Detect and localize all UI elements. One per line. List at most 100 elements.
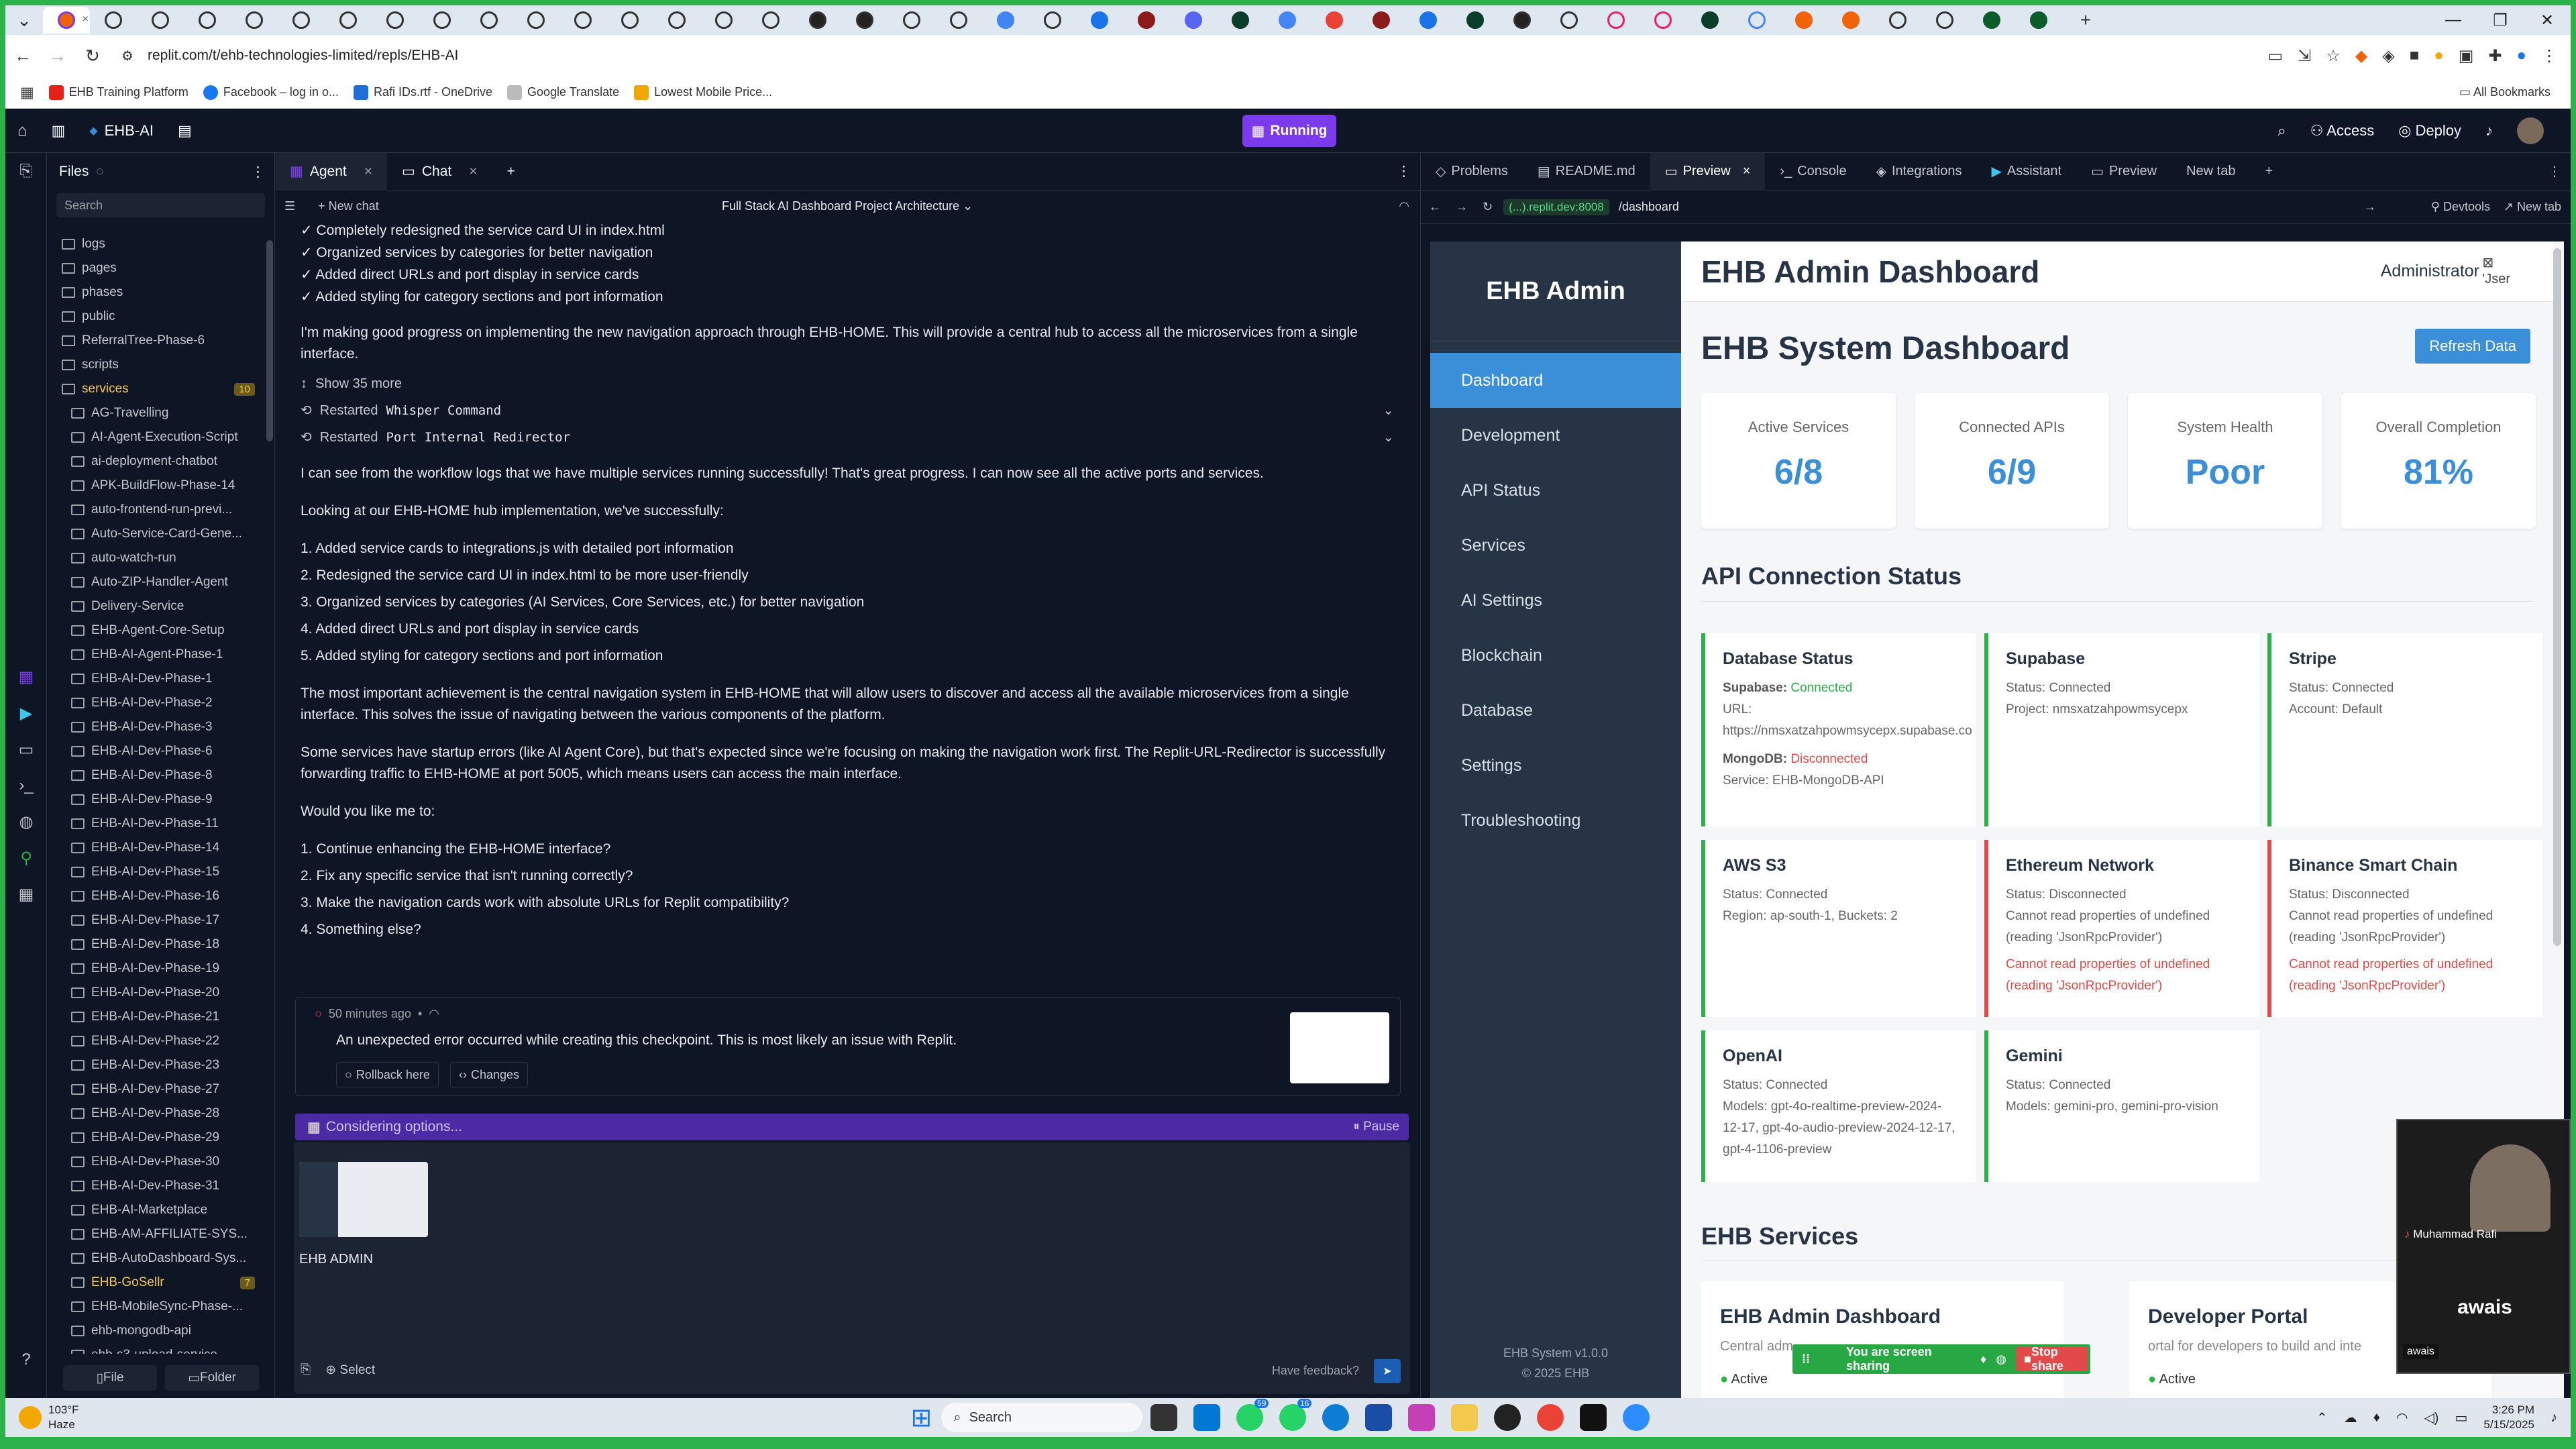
zoom-icon[interactable] xyxy=(1623,1404,1650,1431)
eye-icon[interactable]: ◠ xyxy=(429,1007,439,1021)
tab-search-icon[interactable]: ⌄ xyxy=(5,7,43,34)
browser-tab[interactable] xyxy=(372,7,419,34)
extension-icon[interactable]: ◈ xyxy=(2382,46,2394,66)
file-tree-item[interactable]: EHB-AI-Dev-Phase-1 xyxy=(47,667,266,691)
file-tree-item[interactable]: EHB-AI-Dev-Phase-3 xyxy=(47,715,266,739)
browser-tab[interactable] xyxy=(466,7,513,34)
all-bookmarks[interactable]: ▭ All Bookmarks xyxy=(2459,85,2551,99)
browser-tab[interactable] xyxy=(1733,7,1780,34)
file-tree-item[interactable]: public xyxy=(47,305,266,329)
file-tree-item[interactable]: EHB-AI-Dev-Phase-22 xyxy=(47,1029,266,1053)
minimize-icon[interactable]: — xyxy=(2430,11,2477,30)
video-call-overlay[interactable]: ♪ Muhammad Rafi awais awais xyxy=(2396,1119,2571,1374)
files-icon[interactable]: ⎘ xyxy=(5,153,47,189)
thread-title[interactable]: Full Stack AI Dashboard Project Architec… xyxy=(722,199,973,213)
preview-icon[interactable]: ▭ xyxy=(5,731,47,767)
close-tab-icon[interactable]: × xyxy=(469,164,477,180)
tab-integrations[interactable]: ◈ Integrations xyxy=(1862,153,1977,191)
bookmark[interactable]: Google Translate xyxy=(507,85,619,100)
puzzle-icon[interactable]: ✚ xyxy=(2488,46,2502,66)
file-tree-item[interactable]: EHB-GoSellr 7 xyxy=(47,1271,266,1295)
sidebar-toggle-icon[interactable]: ▥ xyxy=(52,122,66,140)
browser-tab[interactable] xyxy=(1170,7,1217,34)
store-icon[interactable] xyxy=(1365,1404,1393,1431)
chevron-up-icon[interactable]: ⌃ xyxy=(2316,1409,2328,1426)
folder-icon[interactable] xyxy=(1451,1404,1479,1431)
history-list-icon[interactable]: ☰ xyxy=(284,199,295,213)
file-tree-item[interactable]: EHB-AI-Dev-Phase-27 xyxy=(47,1077,266,1102)
file-tree-item[interactable]: pages xyxy=(47,256,266,280)
changes-button[interactable]: ‹› Changes xyxy=(450,1062,529,1087)
browser-tab[interactable] xyxy=(1780,7,1827,34)
browser-tab-active[interactable]: × xyxy=(43,7,90,34)
browser-tab[interactable] xyxy=(1827,7,1874,34)
edge-icon[interactable] xyxy=(1322,1404,1350,1431)
drag-handle-icon[interactable]: ⁞⁞ xyxy=(1802,1352,1810,1366)
assistant-icon[interactable]: ▶ xyxy=(5,695,47,731)
panel-menu-icon[interactable]: ⋮ xyxy=(1397,163,1411,180)
close-tab-icon[interactable]: × xyxy=(83,13,89,25)
tab-readme[interactable]: ▤ README.md xyxy=(1523,153,1650,191)
browser-tab[interactable] xyxy=(1311,7,1358,34)
run-button[interactable]: ▦ Running xyxy=(1242,115,1336,147)
restore-icon[interactable]: ❐ xyxy=(2477,11,2524,30)
user-avatar[interactable] xyxy=(2517,117,2544,144)
chevron-down-icon[interactable]: ⌄ xyxy=(1383,400,1394,421)
search-icon[interactable]: ⌕ xyxy=(2277,122,2286,140)
file-tree-item[interactable]: EHB-AI-Dev-Phase-28 xyxy=(47,1102,266,1126)
file-tree-item[interactable]: Auto-ZIP-Handler-Agent xyxy=(47,570,266,594)
browser-tab[interactable] xyxy=(747,7,794,34)
file-tree-item[interactable]: ReferralTree-Phase-6 xyxy=(47,329,266,353)
bookmark[interactable]: Rafi IDs.rtf - OneDrive xyxy=(353,85,492,100)
site-info-icon[interactable]: ⚙ xyxy=(110,48,145,64)
browser-tab[interactable] xyxy=(90,7,137,34)
user-image[interactable]: ⊠ 'Jser xyxy=(2482,255,2510,287)
file-tree-item[interactable]: ai-deployment-chatbot xyxy=(47,449,266,474)
access-button[interactable]: ⚇ Access xyxy=(2310,122,2375,140)
file-explorer-icon[interactable] xyxy=(1193,1404,1221,1431)
tab-preview[interactable]: ▭ Preview × xyxy=(1650,152,1766,191)
forward-icon[interactable]: → xyxy=(1456,200,1468,214)
tab-problems[interactable]: ◇ Problems xyxy=(1421,153,1523,191)
bookmark[interactable]: Facebook – log in o... xyxy=(203,85,339,100)
bookmark[interactable]: EHB Training Platform xyxy=(48,85,189,100)
back-icon[interactable]: ← xyxy=(5,46,40,66)
browser-tab[interactable] xyxy=(1217,7,1264,34)
file-tree-item[interactable]: APK-BuildFlow-Phase-14 xyxy=(47,474,266,498)
add-tab-button[interactable]: + xyxy=(2250,153,2288,191)
show-more-button[interactable]: ↕ Show 35 more xyxy=(301,370,1394,397)
site-nav-blockchain[interactable]: Blockchain xyxy=(1430,628,1681,683)
tab-assistant[interactable]: ▶ Assistant xyxy=(1977,153,2077,191)
file-tree-item[interactable]: EHB-AI-Dev-Phase-20 xyxy=(47,981,266,1005)
browser-tab[interactable] xyxy=(1452,7,1499,34)
file-tree-item[interactable]: EHB-AI-Dev-Phase-6 xyxy=(47,739,266,763)
file-tree-item[interactable]: EHB-AI-Dev-Phase-14 xyxy=(47,836,266,860)
file-tree-item[interactable]: EHB-AI-Marketplace xyxy=(47,1198,266,1222)
file-tree-item[interactable]: EHB-AI-Dev-Phase-19 xyxy=(47,957,266,981)
site-nav-troubleshooting[interactable]: Troubleshooting xyxy=(1430,793,1681,848)
browser-tab[interactable] xyxy=(1640,7,1686,34)
browser-tab[interactable] xyxy=(559,7,606,34)
tab-console[interactable]: ›_ Console xyxy=(1765,153,1861,191)
panel-menu-icon[interactable]: ⋮ xyxy=(2548,163,2561,180)
file-tree-item[interactable]: EHB-AI-Dev-Phase-18 xyxy=(47,932,266,957)
file-tree-item[interactable]: EHB-AI-Dev-Phase-21 xyxy=(47,1005,266,1029)
browser-tab[interactable] xyxy=(1358,7,1405,34)
files-search-input[interactable]: Search xyxy=(56,193,265,217)
file-tree-item[interactable]: EHB-AI-Dev-Phase-9 xyxy=(47,788,266,812)
file-tree-item[interactable]: EHB-AI-Dev-Phase-23 xyxy=(47,1053,266,1077)
browser-tab[interactable] xyxy=(1968,7,2015,34)
file-tree-item[interactable]: AI-Agent-Execution-Script xyxy=(47,425,266,449)
console-icon[interactable]: ›_ xyxy=(5,767,47,804)
extension-icon[interactable]: ■ xyxy=(2410,46,2420,65)
tab-chat[interactable]: ▭ Chat × xyxy=(387,153,492,191)
browser-tab[interactable] xyxy=(137,7,184,34)
clock[interactable]: 3:26 PM 5/15/2025 xyxy=(2483,1403,2534,1432)
file-tree-item[interactable]: EHB-AI-Dev-Phase-16 xyxy=(47,884,266,908)
preview-path[interactable]: /dashboard xyxy=(1619,200,1679,214)
close-tab-icon[interactable]: × xyxy=(364,164,372,180)
browser-tab[interactable] xyxy=(1499,7,1546,34)
notifications-icon[interactable]: ♪ xyxy=(2551,1410,2557,1426)
home-icon[interactable]: ⌂ xyxy=(17,121,28,140)
browser-tab[interactable] xyxy=(278,7,325,34)
